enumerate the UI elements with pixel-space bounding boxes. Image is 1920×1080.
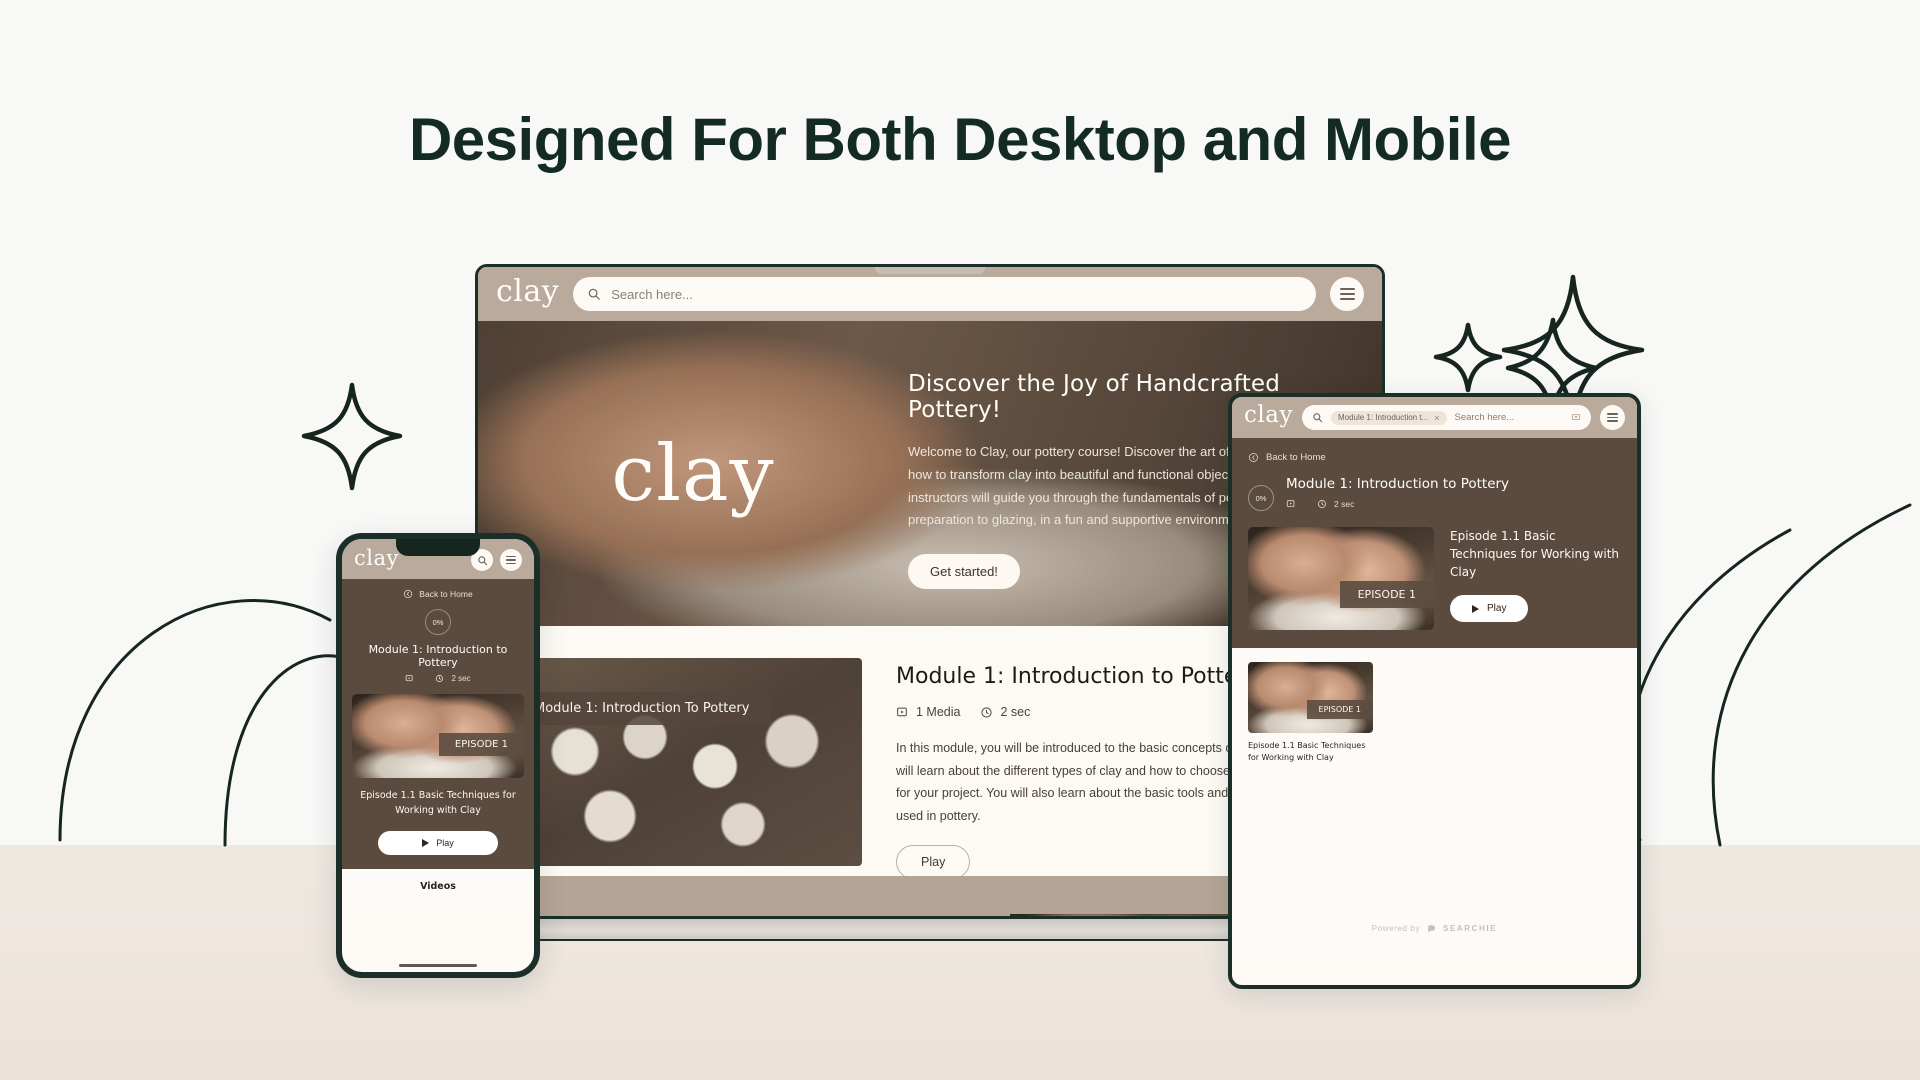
page-title: Designed For Both Desktop and Mobile bbox=[408, 106, 1512, 173]
media-count-meta: 1 Media bbox=[896, 705, 960, 719]
clay-logo[interactable]: clay bbox=[1244, 404, 1293, 427]
media-icon bbox=[1286, 500, 1295, 507]
play-label: Play bbox=[1487, 603, 1507, 614]
progress-ring: 0% bbox=[425, 609, 451, 635]
play-button[interactable]: Play bbox=[1450, 595, 1529, 622]
duration-label: 2 sec bbox=[451, 674, 471, 683]
phone-notch bbox=[396, 539, 480, 556]
hamburger-menu-button[interactable] bbox=[1600, 405, 1625, 430]
mobile-tab-bar: Videos bbox=[342, 869, 534, 905]
tablet-mockup: clay Module 1: Introduction t... × Searc… bbox=[1228, 393, 1641, 989]
media-count-meta bbox=[405, 674, 421, 683]
back-arrow-icon bbox=[1249, 453, 1258, 462]
hero-clay-wordmark: clay bbox=[611, 428, 775, 519]
duration-meta: 2 sec bbox=[435, 674, 471, 683]
duration-label: 2 sec bbox=[1000, 705, 1031, 719]
module-thumbnail-label: Module 1: Introduction To Pottery bbox=[512, 692, 772, 725]
promo-canvas: Designed For Both Desktop and Mobile cla… bbox=[0, 0, 1920, 1080]
tab-videos[interactable]: Videos bbox=[354, 881, 522, 892]
back-to-home-label: Back to Home bbox=[1266, 452, 1326, 463]
search-icon bbox=[1313, 413, 1323, 423]
module-meta-row: 2 sec bbox=[352, 674, 524, 683]
episode-card-thumbnail[interactable]: EPISODE 1 bbox=[1248, 662, 1373, 733]
phone-home-indicator bbox=[399, 964, 477, 967]
play-label: Play bbox=[436, 838, 454, 849]
search-placeholder: Search here... bbox=[1454, 412, 1515, 423]
play-button[interactable]: Play bbox=[378, 831, 498, 856]
desktop-app-header: clay Search here... bbox=[478, 267, 1382, 321]
search-filter-chip-label: Module 1: Introduction t... bbox=[1337, 413, 1429, 422]
mobile-module-panel: Back to Home 0% Module 1: Introduction t… bbox=[342, 579, 534, 870]
media-icon bbox=[406, 675, 413, 682]
laptop-camera-notch bbox=[875, 267, 985, 274]
back-to-home-link[interactable]: Back to Home bbox=[1248, 452, 1621, 463]
module-title: Module 1: Introduction to Pottery bbox=[368, 643, 508, 669]
duration-meta: 2 sec bbox=[980, 705, 1030, 719]
clay-logo[interactable]: clay bbox=[496, 277, 559, 307]
list-item[interactable]: EPISODE 1 Episode 1.1 Basic Techniques f… bbox=[1248, 662, 1621, 764]
episode-title: Episode 1.1 Basic Techniques for Working… bbox=[1450, 529, 1620, 579]
searchie-logo-icon bbox=[1428, 925, 1436, 933]
clay-logo[interactable]: clay bbox=[354, 547, 399, 569]
media-count-meta bbox=[1286, 499, 1303, 509]
tablet-module-panel: Back to Home 0% Module 1: Introduction t… bbox=[1232, 438, 1637, 648]
clock-icon bbox=[981, 706, 993, 718]
tablet-app-header: clay Module 1: Introduction t... × Searc… bbox=[1232, 397, 1637, 438]
clear-input-icon[interactable] bbox=[1571, 409, 1581, 427]
mobile-mockup: clay Back to Home 0% Module 1: Introduct… bbox=[336, 533, 540, 978]
close-icon[interactable]: × bbox=[1434, 413, 1439, 423]
hamburger-menu-button[interactable] bbox=[500, 549, 522, 571]
search-placeholder: Search here... bbox=[611, 286, 693, 302]
search-input[interactable]: Module 1: Introduction t... × Search her… bbox=[1301, 405, 1591, 430]
episode-badge: EPISODE 1 bbox=[1339, 581, 1434, 608]
clock-icon bbox=[1318, 500, 1326, 508]
search-input[interactable]: Search here... bbox=[573, 277, 1316, 311]
search-icon bbox=[477, 555, 487, 565]
powered-by-brand: SEARCHIE bbox=[1443, 924, 1498, 933]
back-to-home-label: Back to Home bbox=[419, 589, 473, 599]
duration-meta: 2 sec bbox=[1317, 499, 1354, 509]
back-to-home-link[interactable]: Back to Home bbox=[352, 589, 524, 599]
hamburger-menu-button[interactable] bbox=[1330, 277, 1364, 311]
duration-label: 2 sec bbox=[1334, 499, 1355, 509]
episode-badge: EPISODE 1 bbox=[438, 733, 524, 756]
tablet-video-list: EPISODE 1 Episode 1.1 Basic Techniques f… bbox=[1232, 648, 1637, 948]
hamburger-menu-icon bbox=[1607, 411, 1618, 424]
episode-card-title: Episode 1.1 Basic Techniques for Working… bbox=[1248, 741, 1366, 762]
play-icon bbox=[422, 839, 430, 848]
progress-value: 0% bbox=[1255, 493, 1267, 503]
module-meta-row: 2 sec bbox=[1286, 499, 1621, 509]
episode-card-badge: EPISODE 1 bbox=[1306, 700, 1373, 719]
clock-icon bbox=[436, 674, 444, 683]
module-title: Module 1: Introduction to Pottery bbox=[1286, 476, 1510, 492]
hamburger-menu-icon bbox=[506, 554, 516, 567]
media-count-label: 1 Media bbox=[916, 705, 961, 719]
module-thumbnail[interactable]: Module 1: Introduction To Pottery bbox=[512, 658, 862, 866]
hero-logo-area: clay bbox=[478, 321, 908, 626]
episode-thumbnail[interactable]: EPISODE 1 bbox=[352, 694, 524, 778]
search-filter-chip[interactable]: Module 1: Introduction t... × bbox=[1330, 410, 1447, 425]
progress-value: 0% bbox=[432, 617, 444, 627]
episode-title: Episode 1.1 Basic Techniques for Working… bbox=[360, 790, 516, 816]
media-icon bbox=[897, 707, 907, 716]
play-icon bbox=[1472, 604, 1479, 613]
get-started-button[interactable]: Get started! bbox=[908, 554, 1020, 589]
progress-ring: 0% bbox=[1248, 485, 1274, 511]
powered-by-footer: Powered by SEARCHIE bbox=[1232, 923, 1637, 934]
search-icon bbox=[588, 288, 601, 300]
hamburger-menu-icon bbox=[1339, 285, 1355, 303]
powered-by-label: Powered by bbox=[1371, 924, 1421, 933]
back-arrow-icon bbox=[404, 589, 413, 599]
play-button[interactable]: Play bbox=[896, 845, 971, 879]
episode-thumbnail[interactable]: EPISODE 1 bbox=[1248, 527, 1434, 630]
